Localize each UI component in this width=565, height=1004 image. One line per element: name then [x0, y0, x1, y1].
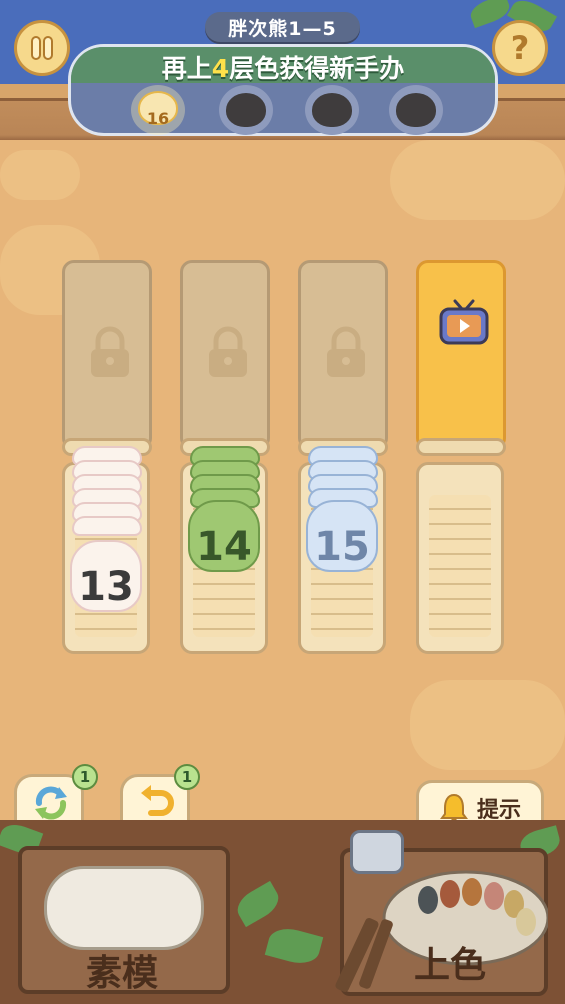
goal-prefix: 再上: [161, 54, 212, 83]
shelf-rim: [416, 438, 506, 456]
reset-count-badge: 1: [72, 764, 98, 790]
bear-column-empty[interactable]: [416, 462, 504, 654]
undo-icon: [141, 785, 174, 816]
pause-icon: [31, 36, 53, 60]
locked-slot[interactable]: [62, 260, 152, 450]
floor-patch: [0, 150, 80, 200]
floor-patch: [410, 680, 565, 770]
bear-layer: [72, 516, 142, 536]
reward-bear-gold: 16: [131, 85, 185, 135]
help-button[interactable]: ?: [492, 20, 548, 76]
goal-suffix: 层色获得新手办: [229, 54, 405, 83]
column-slots: [429, 495, 491, 637]
pause-button[interactable]: [14, 20, 70, 76]
sculpt-mode-button[interactable]: 素模: [18, 846, 230, 994]
goal-number: 4: [211, 54, 230, 83]
paint-label: 上色: [414, 945, 487, 986]
clay-stone-icon: [44, 866, 204, 950]
floor-patch: [390, 140, 565, 220]
bear-count: 15: [314, 524, 370, 570]
locked-slot[interactable]: [180, 260, 270, 450]
green-bear-figure[interactable]: 14: [188, 500, 260, 572]
question-icon: ?: [510, 29, 530, 67]
locked-slot[interactable]: [298, 260, 388, 450]
bear-count: 13: [78, 564, 134, 610]
reward-bear-locked: [219, 85, 273, 135]
reward-bear-locked: [389, 85, 443, 135]
watch-ad-slot[interactable]: [416, 260, 506, 450]
lock-icon: [327, 326, 365, 377]
goal-text: 再上4层色获得新手办: [71, 49, 495, 85]
lock-icon: [209, 326, 247, 377]
undo-count-badge: 1: [174, 764, 200, 790]
level-title: 胖次熊1—5: [205, 12, 360, 42]
bear-icon: [312, 93, 352, 127]
reward-bear-locked: [305, 85, 359, 135]
bear-icon: [226, 93, 266, 127]
bear-icon: [396, 93, 436, 127]
bear-count: 14: [196, 524, 252, 570]
lock-icon: [91, 326, 129, 377]
refresh-icon: [35, 786, 67, 820]
reward-count: 16: [146, 109, 170, 128]
tv-icon: [439, 299, 489, 345]
paint-mode-button[interactable]: 上色: [334, 830, 548, 996]
white-bear-figure[interactable]: 13: [70, 540, 142, 612]
blue-bear-figure[interactable]: 15: [306, 500, 378, 572]
sculpt-label: 素模: [86, 953, 159, 994]
goal-panel: 再上4层色获得新手办 16: [68, 44, 498, 136]
